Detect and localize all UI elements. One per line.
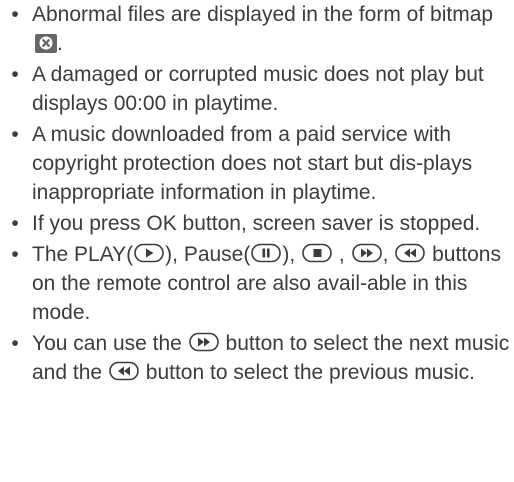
- bullet-dot: •: [11, 212, 19, 235]
- bullet-text: Abnormal files are displayed in the form…: [32, 3, 494, 26]
- bullet-text: ,: [382, 243, 389, 266]
- pause-button-icon: [251, 243, 282, 263]
- bullet-text: The PLAY(: [32, 243, 134, 266]
- error-bitmap-icon: [35, 34, 57, 53]
- bullet-dot: •: [11, 63, 19, 86]
- document-page: • Abnormal files are displayed in the for…: [0, 0, 514, 482]
- bullet-text: ), Pause(: [165, 243, 251, 266]
- bullet-dot: •: [11, 332, 19, 355]
- list-item: • The PLAY(), Pause(), , , buttons on the…: [0, 240, 514, 327]
- stop-button-icon: [302, 243, 332, 263]
- bullet-dot: •: [11, 3, 19, 26]
- fast-forward-button-icon: [351, 243, 382, 263]
- fast-forward-button-icon: [188, 332, 219, 352]
- bullet-dot: •: [11, 243, 19, 266]
- list-item: • Abnormal files are displayed in the for…: [0, 0, 514, 58]
- list-item: • A damaged or corrupted music does not p…: [0, 60, 514, 118]
- play-button-icon: [134, 243, 164, 263]
- bullet-list: • Abnormal files are displayed in the for…: [0, 0, 514, 387]
- bullet-text: ,: [338, 243, 345, 266]
- bullet-dot: •: [11, 123, 19, 146]
- list-item: • You can use the button to select the ne…: [0, 329, 514, 387]
- list-item: • A music downloaded from a paid service …: [0, 120, 514, 207]
- rewind-button-icon: [109, 361, 139, 381]
- bullet-text: A damaged or corrupted music does not pl…: [32, 63, 484, 115]
- list-item: • If you press OK button, screen saver is…: [0, 209, 514, 238]
- bullet-text: If you press OK button, screen saver is …: [32, 212, 481, 235]
- rewind-button-icon: [395, 243, 426, 263]
- bullet-text: A music downloaded from a paid service w…: [32, 123, 473, 204]
- bullet-text-end: .: [57, 32, 63, 55]
- bullet-text: You can use the: [32, 332, 182, 355]
- bullet-text: ),: [282, 243, 296, 266]
- bullet-text: button to select the previous music.: [145, 361, 475, 384]
